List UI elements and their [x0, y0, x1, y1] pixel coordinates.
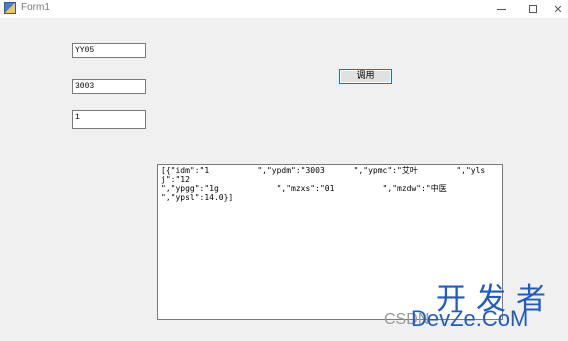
- maximize-icon: [529, 5, 537, 13]
- minimize-icon: [496, 8, 506, 10]
- output-textbox[interactable]: [{"idm":"1 ","ypdm":"3003 ","ypmc":"艾叶 "…: [157, 164, 503, 320]
- input-field-3[interactable]: 1: [72, 110, 146, 129]
- input-field-1[interactable]: YY05: [72, 43, 146, 58]
- input-field-2[interactable]: 3003: [72, 79, 146, 94]
- window-title: Form1: [21, 2, 50, 13]
- call-button[interactable]: 调用: [339, 69, 392, 84]
- close-icon: ✕: [553, 2, 563, 16]
- maximize-button[interactable]: [516, 0, 550, 18]
- app-icon: [4, 2, 16, 14]
- minimize-button[interactable]: [484, 0, 518, 18]
- title-bar: Form1 ✕: [0, 0, 568, 18]
- close-button[interactable]: ✕: [548, 0, 568, 18]
